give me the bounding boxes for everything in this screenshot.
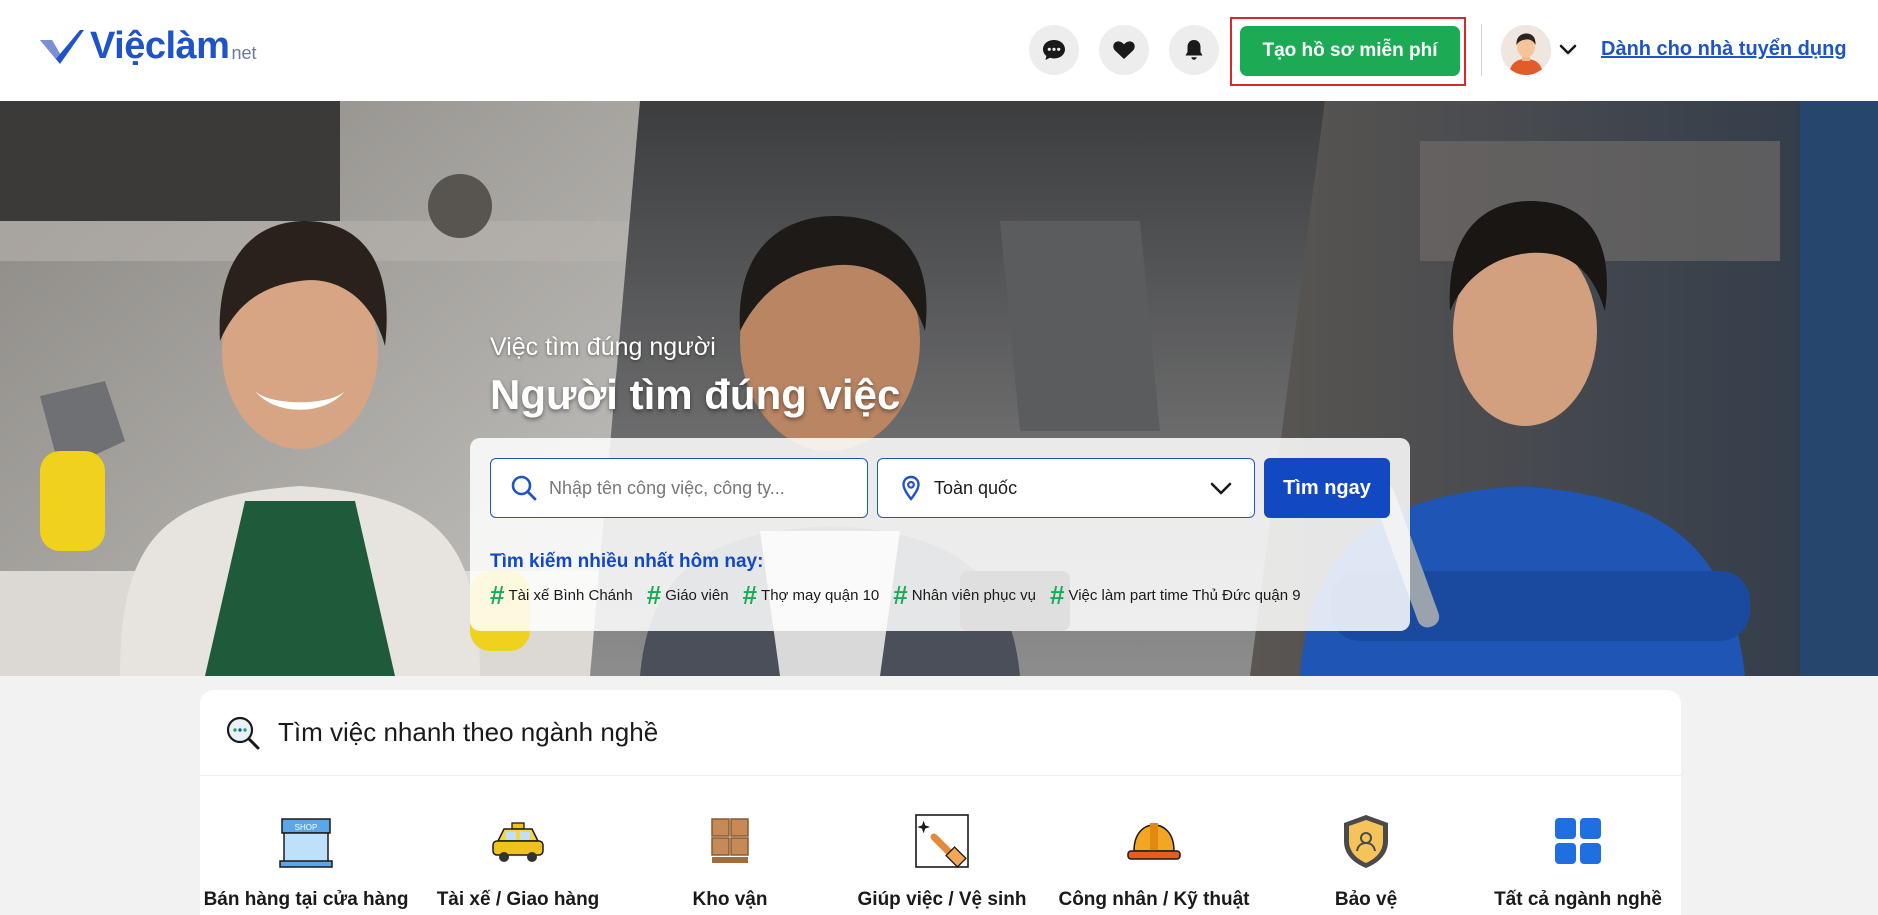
category-item-worker[interactable]: Công nhân / Kỹ thuật (1048, 811, 1260, 911)
search-button[interactable]: Tìm ngay (1264, 458, 1390, 518)
top-header: Việclàm net Tạo hồ sơ miễn phí Dành cho … (0, 0, 1878, 101)
logo-text: Việclàm (90, 25, 230, 67)
chat-button[interactable] (1029, 25, 1079, 75)
employer-link[interactable]: Dành cho nhà tuyển dụng (1601, 38, 1847, 61)
location-pin-icon (902, 475, 920, 501)
location-value: Toàn quốc (934, 477, 1018, 498)
category-label: Tài xế / Giao hàng (436, 889, 600, 910)
hero-subtitle: Việc tìm đúng người (490, 333, 716, 361)
search-icon (511, 475, 537, 501)
header-divider (1481, 24, 1482, 76)
category-item-taxi[interactable]: Tài xế / Giao hàng (412, 811, 624, 911)
hashtag-icon: # (893, 580, 908, 610)
category-label: Công nhân / Kỹ thuật (1058, 889, 1250, 910)
category-item-cleaning[interactable]: Giúp việc / Vệ sinh (836, 811, 1048, 911)
job-search-input[interactable] (549, 477, 849, 499)
trending-label: Tìm kiếm nhiều nhất hôm nay: (490, 551, 764, 572)
category-label: Bảo vệ (1334, 889, 1398, 910)
location-select[interactable]: Toàn quốc (877, 458, 1255, 518)
trending-tag[interactable]: # Thợ may quận 10 (742, 580, 880, 610)
logo-suffix: net (231, 43, 257, 63)
category-label: Kho vận (692, 889, 768, 910)
hashtag-icon: # (490, 580, 505, 610)
bell-icon (1185, 40, 1203, 60)
trending-tag-label: Thợ may quận 10 (761, 586, 880, 604)
heart-icon (1113, 41, 1135, 59)
notifications-button[interactable] (1169, 25, 1219, 75)
category-title: Tìm việc nhanh theo ngành nghề (278, 717, 659, 747)
category-label: Tất cả ngành nghề (1494, 889, 1662, 910)
trending-list: # Tài xế Bình Chánh # Giáo viên # Thợ ma… (490, 580, 1315, 610)
svg-text:SHOP: SHOP (295, 823, 318, 832)
hashtag-icon: # (742, 580, 758, 610)
trending-tag[interactable]: # Giáo viên (646, 580, 729, 610)
trending-tag-label: Việc làm part time Thủ Đức quận 9 (1068, 586, 1301, 604)
category-label: Bán hàng tại cửa hàng (203, 889, 409, 910)
category-item-security[interactable]: Bảo vệ (1260, 811, 1472, 911)
avatar-person-icon (1501, 25, 1551, 75)
category-section: Tìm việc nhanh theo ngành nghề SHOP Bán … (200, 690, 1681, 915)
chevron-down-icon (1210, 482, 1232, 495)
trending-tag-label: Tài xế Bình Chánh (508, 586, 633, 604)
trending-tag-label: Nhân viên phục vụ (911, 586, 1036, 604)
taxi-icon (492, 822, 544, 862)
site-logo[interactable]: Việclàm net (38, 26, 257, 66)
boxes-icon (711, 818, 749, 863)
search-chat-icon (226, 716, 260, 749)
worker-helmet-icon (1127, 823, 1181, 860)
category-header: Tìm việc nhanh theo ngành nghề (200, 690, 1681, 776)
security-shield-icon (1344, 815, 1388, 868)
grid-icon (1555, 818, 1601, 864)
user-avatar[interactable] (1501, 25, 1551, 75)
chat-icon (1043, 40, 1065, 60)
hero-title: Người tìm đúng việc (490, 371, 901, 418)
create-profile-button[interactable]: Tạo hồ sơ miễn phí (1240, 26, 1460, 76)
trending-tag[interactable]: # Tài xế Bình Chánh (490, 580, 633, 610)
category-list: SHOP Bán hàng tại cửa hàng Tài xế / Giao… (200, 776, 1681, 915)
chevron-down-icon[interactable] (1557, 38, 1579, 60)
shop-icon: SHOP (279, 818, 333, 868)
trending-tag[interactable]: # Việc làm part time Thủ Đức quận 9 (1050, 580, 1301, 610)
hashtag-icon: # (646, 580, 662, 610)
job-search-field[interactable] (490, 458, 868, 518)
trending-tag-label: Giáo viên (665, 586, 729, 604)
category-item-all[interactable]: Tất cả ngành nghề (1472, 811, 1684, 911)
logo-check-icon (40, 30, 84, 64)
cleaning-icon (915, 814, 969, 868)
trending-tag[interactable]: # Nhân viên phục vụ (893, 580, 1036, 610)
hashtag-icon: # (1050, 580, 1065, 610)
category-label: Giúp việc / Vệ sinh (857, 889, 1027, 910)
search-card: Toàn quốc Tìm ngay Tìm kiếm nhiều nhất h… (470, 438, 1410, 631)
saved-jobs-button[interactable] (1099, 25, 1149, 75)
hero-banner: Việc tìm đúng người Người tìm đúng việc … (0, 101, 1878, 676)
category-item-warehouse[interactable]: Kho vận (624, 811, 836, 911)
category-item-shop[interactable]: SHOP Bán hàng tại cửa hàng (200, 811, 412, 911)
